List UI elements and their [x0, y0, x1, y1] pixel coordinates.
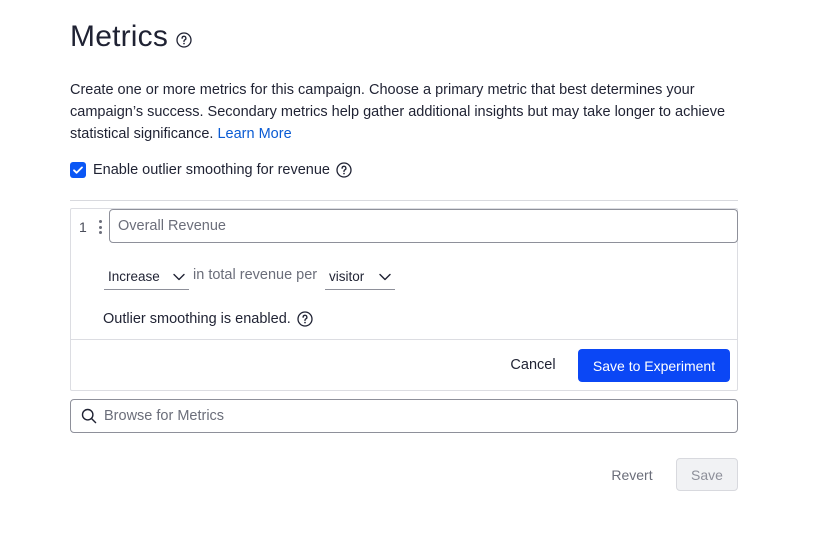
direction-value: Increase [108, 269, 160, 284]
chevron-down-icon [379, 273, 391, 280]
browse-metrics-field[interactable] [70, 399, 738, 433]
smoothing-status-text: Outlier smoothing is enabled. [103, 311, 291, 327]
revert-button[interactable]: Revert [600, 460, 664, 490]
outlier-smoothing-label[interactable]: Enable outlier smoothing for revenue [93, 162, 330, 178]
checkmark-icon [73, 166, 83, 174]
unit-dropdown[interactable]: visitor [325, 264, 395, 290]
unit-value: visitor [329, 269, 365, 284]
card-footer-divider [71, 339, 737, 340]
direction-dropdown[interactable]: Increase [104, 264, 189, 290]
question-circle-icon[interactable] [336, 162, 352, 178]
metric-index: 1 [79, 219, 87, 235]
page-title: Metrics [70, 20, 169, 53]
learn-more-link[interactable]: Learn More [217, 126, 291, 142]
metric-card: 1 Increase in total revenue per visitor … [70, 208, 738, 391]
section-divider [70, 200, 738, 201]
question-circle-icon[interactable] [176, 32, 192, 48]
metrics-description: Create one or more metrics for this camp… [70, 79, 740, 145]
metric-connector-text: in total revenue per [193, 267, 318, 283]
search-icon [81, 408, 97, 424]
cancel-button[interactable]: Cancel [501, 349, 565, 381]
chevron-down-icon [173, 273, 185, 280]
outlier-smoothing-checkbox[interactable] [70, 162, 86, 178]
question-circle-icon[interactable] [297, 311, 313, 327]
page-header: Metrics [70, 20, 192, 54]
smoothing-status: Outlier smoothing is enabled. [103, 311, 313, 327]
save-button[interactable]: Save [676, 458, 738, 491]
drag-handle-icon[interactable] [98, 220, 102, 234]
description-text: Create one or more metrics for this camp… [70, 82, 726, 142]
outlier-smoothing-option: Enable outlier smoothing for revenue [70, 162, 352, 178]
save-to-experiment-button[interactable]: Save to Experiment [578, 349, 730, 382]
metric-name-input[interactable] [109, 209, 738, 243]
browse-metrics-input[interactable] [104, 408, 704, 424]
